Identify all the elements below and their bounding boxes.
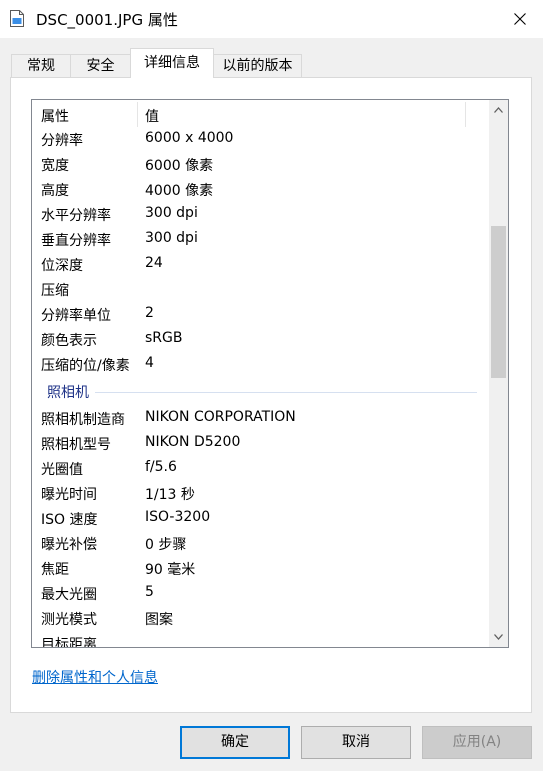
group-divider: [95, 392, 477, 393]
tab-details[interactable]: 详细信息: [130, 48, 214, 78]
document-icon: [10, 10, 24, 27]
list-item[interactable]: 压缩的位/像素 4: [32, 352, 499, 377]
group-header-camera[interactable]: 照相机: [32, 379, 499, 404]
column-divider[interactable]: [465, 102, 466, 127]
vertical-scrollbar[interactable]: [489, 100, 508, 647]
scroll-down-button[interactable]: [489, 627, 508, 647]
property-list[interactable]: 属性 值 分辨率 6000 x 4000 宽度 6000 像素 高度 4000 像素 …: [31, 99, 509, 648]
title-bar: DSC_0001.JPG 属性: [0, 0, 543, 38]
tab-previous-versions[interactable]: 以前的版本: [213, 54, 302, 77]
list-item[interactable]: 水平分辨率 300 dpi: [32, 202, 499, 227]
window-title: DSC_0001.JPG 属性: [36, 11, 178, 29]
ok-button[interactable]: 确定: [180, 726, 290, 759]
scrollbar-thumb[interactable]: [491, 226, 506, 378]
list-item[interactable]: 光圈值 f/5.6: [32, 456, 499, 481]
chevron-up-icon: [494, 107, 503, 113]
tab-general[interactable]: 常规: [11, 54, 71, 77]
list-item[interactable]: 位深度 24: [32, 252, 499, 277]
chevron-down-icon: [494, 634, 503, 640]
list-item[interactable]: 分辨率 6000 x 4000: [32, 127, 499, 152]
list-header: 属性 值: [32, 100, 499, 129]
column-header-property[interactable]: 属性: [41, 106, 69, 126]
list-item[interactable]: 照相机型号 NIKON D5200: [32, 431, 499, 456]
cancel-button[interactable]: 取消: [301, 726, 411, 759]
column-divider[interactable]: [137, 102, 138, 127]
list-item[interactable]: 宽度 6000 像素: [32, 152, 499, 177]
list-item[interactable]: 压缩: [32, 277, 499, 302]
list-item[interactable]: 高度 4000 像素: [32, 177, 499, 202]
list-item[interactable]: 曝光补偿 0 步骤: [32, 531, 499, 556]
list-item[interactable]: 垂直分辨率 300 dpi: [32, 227, 499, 252]
tab-security[interactable]: 安全: [70, 54, 131, 77]
list-item[interactable]: 分辨率单位 2: [32, 302, 499, 327]
list-item[interactable]: 曝光时间 1/13 秒: [32, 481, 499, 506]
apply-button[interactable]: 应用(A): [422, 726, 532, 759]
close-icon: [514, 13, 526, 25]
column-header-value[interactable]: 值: [145, 106, 159, 126]
list-item[interactable]: ISO 速度 ISO-3200: [32, 506, 499, 531]
remove-properties-link[interactable]: 删除属性和个人信息: [32, 667, 158, 687]
list-item[interactable]: 焦距 90 毫米: [32, 556, 499, 581]
tab-strip: 常规 安全 详细信息 以前的版本: [0, 38, 543, 78]
list-item[interactable]: 最大光圈 5: [32, 581, 499, 606]
group-label: 照相机: [47, 385, 89, 401]
list-item[interactable]: 测光模式 图案: [32, 606, 499, 631]
list-item[interactable]: 目标距离: [32, 631, 499, 647]
list-item[interactable]: 照相机制造商 NIKON CORPORATION: [32, 406, 499, 431]
close-button[interactable]: [497, 0, 543, 38]
scroll-up-button[interactable]: [489, 100, 508, 120]
list-item[interactable]: 颜色表示 sRGB: [32, 327, 499, 352]
